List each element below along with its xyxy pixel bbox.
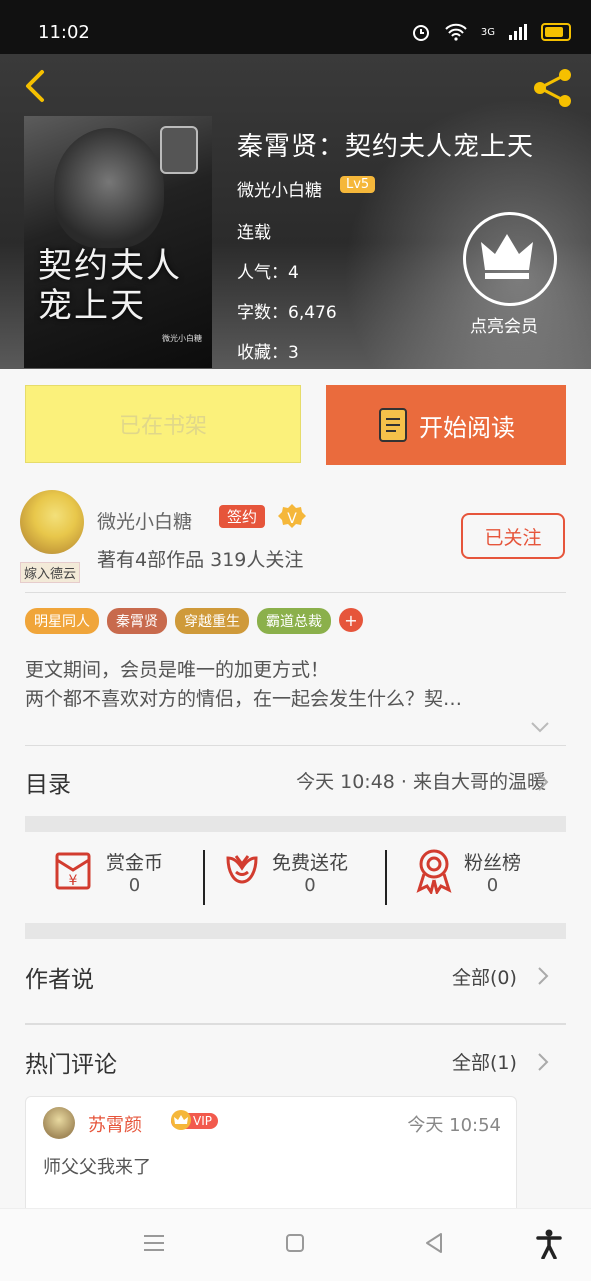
follow-label: 已关注 — [484, 526, 542, 549]
stat-label: 粉丝榜 — [464, 852, 522, 874]
stat-value: 0 — [128, 875, 141, 896]
tag-more-button[interactable]: + — [339, 608, 363, 632]
status-icons: 3G — [411, 22, 571, 42]
in-shelf-label: 已在书架 — [118, 414, 207, 439]
author-stats: 著有4部作品 319人关注 — [97, 549, 304, 571]
toc-latest-chapter[interactable]: 今天 10:48 · 来自大哥的温暖 — [296, 767, 546, 794]
tag-list: 明星同人 秦霄贤 穿越重生 霸道总裁 + — [25, 608, 363, 634]
hot-comments-all[interactable]: 全部(1) — [452, 1048, 517, 1075]
medal-icon — [416, 849, 452, 894]
author-says-all[interactable]: 全部(0) — [452, 963, 517, 990]
verified-icon: V — [278, 504, 306, 528]
home-square-icon[interactable] — [285, 1233, 305, 1253]
status-bar: 11:02 3G — [0, 0, 591, 54]
accessibility-icon[interactable] — [536, 1229, 562, 1259]
comment-time: 今天 10:54 — [407, 1115, 501, 1136]
tag-item[interactable]: 穿越重生 — [175, 608, 249, 634]
comment-username[interactable]: 苏霄颜 — [88, 1111, 142, 1137]
network-label: 3G — [480, 26, 495, 38]
author-name[interactable]: 微光小白糖 — [97, 507, 192, 534]
book-cover: 契约夫人宠上天 微光小白糖 — [24, 116, 212, 368]
crown-icon — [481, 234, 533, 279]
verified-badge: V — [277, 503, 307, 533]
author-avatar[interactable] — [20, 490, 84, 554]
tag-item[interactable]: 秦霄贤 — [107, 608, 167, 634]
reward-coins-button[interactable]: ¥ 赏金币 0 — [52, 848, 163, 896]
section-separator — [25, 816, 566, 832]
expand-chevron-icon[interactable] — [530, 720, 550, 734]
battery-icon — [541, 23, 571, 41]
divider — [25, 1023, 566, 1025]
stat-value: 0 — [304, 875, 316, 896]
comment-text: 师父父我来了 — [43, 1157, 151, 1178]
back-arrow-icon[interactable] — [18, 68, 54, 104]
description-line: 两个都不喜欢对方的情侣，在一起会发生什么？契… — [25, 688, 463, 710]
back-triangle-icon[interactable] — [424, 1232, 444, 1254]
tag-item[interactable]: 明星同人 — [25, 608, 99, 634]
vertical-divider — [385, 850, 387, 905]
alarm-icon — [412, 25, 429, 41]
book-hero: 契约夫人宠上天 微光小白糖 秦霄贤：契约夫人宠上天 微光小白糖 Lv5 连载 人… — [0, 54, 591, 369]
comment-avatar[interactable] — [43, 1107, 75, 1139]
book-author[interactable]: 微光小白糖 — [237, 176, 322, 201]
chevron-right-icon[interactable] — [537, 772, 549, 792]
chevron-right-icon[interactable] — [537, 1052, 549, 1072]
start-reading-label: 开始阅读 — [419, 413, 515, 442]
author-level-badge: Lv5 — [340, 176, 376, 193]
author-says-title: 作者说 — [25, 967, 94, 993]
wifi-icon — [445, 23, 467, 41]
book-status: 连载 — [237, 223, 271, 243]
book-description[interactable]: 更文期间，会员是唯一的加更方式！ 两个都不喜欢对方的情侣，在一起会发生什么？契… — [25, 656, 555, 714]
system-nav-bar — [0, 1208, 591, 1281]
book-favorites: 收藏：3 — [237, 343, 299, 363]
section-separator — [25, 923, 566, 939]
divider — [25, 592, 566, 593]
status-time: 11:02 — [38, 22, 90, 43]
chevron-right-icon[interactable] — [537, 966, 549, 986]
stat-label: 免费送花 — [272, 852, 349, 874]
member-crown-button[interactable] — [463, 212, 557, 306]
avatar-tag: 嫁入德云 — [20, 562, 81, 583]
share-icon[interactable] — [531, 66, 575, 110]
book-icon — [379, 408, 407, 442]
toc-label[interactable]: 目录 — [25, 765, 71, 799]
flower-icon — [226, 855, 258, 884]
send-flower-button[interactable]: 免费送花 0 — [222, 848, 348, 896]
member-label[interactable]: 点亮会员 — [470, 312, 538, 337]
vertical-divider — [203, 850, 205, 905]
in-shelf-button[interactable]: 已在书架 — [25, 385, 301, 463]
fan-ranking-button[interactable]: 粉丝榜 0 — [414, 848, 521, 896]
menu-icon[interactable] — [143, 1233, 165, 1253]
cover-author: 微光小白糖 — [162, 334, 202, 343]
svg-text:¥: ¥ — [69, 873, 78, 889]
vip-crown-icon — [171, 1110, 191, 1130]
book-word-count: 字数：6,476 — [237, 303, 337, 323]
description-line: 更文期间，会员是唯一的加更方式！ — [25, 659, 330, 681]
divider — [25, 745, 566, 746]
book-title: 秦霄贤：契约夫人宠上天 — [237, 132, 535, 162]
hot-comments-title: 热门评论 — [25, 1052, 117, 1078]
start-reading-button[interactable]: 开始阅读 — [326, 385, 566, 465]
follow-button[interactable]: 已关注 — [461, 513, 565, 559]
book-popularity: 人气：4 — [237, 263, 299, 283]
tag-item[interactable]: 霸道总裁 — [257, 608, 331, 634]
coin-envelope-icon: ¥ — [55, 852, 91, 890]
stat-value: 0 — [486, 875, 499, 896]
stat-label: 赏金币 — [106, 852, 164, 874]
cover-title: 契约夫人宠上天 — [38, 246, 182, 326]
signal-icon — [509, 24, 527, 40]
svg-text:V: V — [287, 511, 297, 527]
signed-badge: 签约 — [219, 505, 266, 528]
